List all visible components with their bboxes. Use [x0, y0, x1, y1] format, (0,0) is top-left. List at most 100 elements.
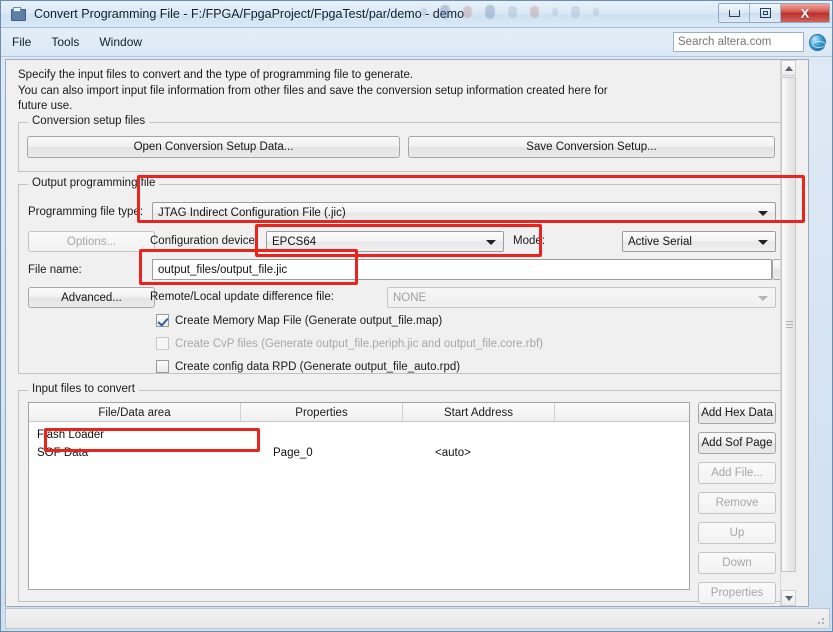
create-cvp-files-label: Create CvP files (Generate output_file.p… — [175, 337, 543, 350]
title-bar: Convert Programming File - F:/FPGA/FpgaP… — [1, 1, 832, 28]
conversion-setup-group-label: Conversion setup files — [28, 115, 150, 127]
create-memory-map-file-checkbox-row[interactable]: Create Memory Map File (Generate output_… — [156, 314, 442, 327]
programming-file-type-combo[interactable]: JTAG Indirect Configuration File (.jic) — [152, 202, 776, 223]
cell-file-data-area: Flash Loader — [37, 429, 105, 441]
options-button-label: Options... — [66, 235, 117, 248]
chevron-up-icon — [784, 65, 793, 71]
search-area — [673, 32, 826, 52]
resize-grip-icon[interactable] — [814, 614, 826, 626]
input-files-group: Input files to convert File/Data area Pr… — [18, 383, 783, 604]
app-icon — [10, 6, 27, 23]
checkbox-icon[interactable] — [156, 314, 169, 327]
chevron-down-icon — [758, 239, 768, 245]
save-conversion-setup-button[interactable]: Save Conversion Setup... — [408, 136, 775, 158]
configuration-device-value: EPCS64 — [272, 235, 317, 248]
column-header-start-address[interactable]: Start Address — [403, 403, 555, 422]
remote-local-update-value: NONE — [393, 291, 427, 304]
mode-value: Active Serial — [628, 235, 692, 248]
window-title: Convert Programming File - F:/FPGA/FpgaP… — [34, 7, 465, 21]
intro-text: Specify the input files to convert and t… — [18, 68, 778, 115]
minimize-icon — [728, 9, 740, 17]
advanced-button-label: Advanced... — [61, 291, 122, 304]
table-row[interactable]: SOF Data Page_0 <auto> — [29, 444, 689, 462]
intro-line-2: You can also import input file informati… — [18, 84, 608, 97]
open-conversion-setup-data-button[interactable]: Open Conversion Setup Data... — [27, 136, 400, 158]
add-file-button[interactable]: Add File... — [698, 462, 776, 484]
menu-item-tools[interactable]: Tools — [42, 32, 88, 52]
scrollbar-grip-icon — [786, 320, 793, 329]
cell-file-data-area: SOF Data — [37, 447, 89, 459]
input-files-table[interactable]: File/Data area Properties Start Address … — [28, 402, 690, 590]
mode-combo[interactable]: Active Serial — [622, 231, 776, 252]
dialog-content-inner: Specify the input files to convert and t… — [6, 60, 796, 606]
output-programming-file-group: Output programming file Programming file… — [18, 177, 796, 374]
maximize-button[interactable] — [750, 4, 781, 22]
close-icon: X — [800, 5, 810, 21]
add-hex-data-button[interactable]: Add Hex Data — [698, 402, 776, 424]
down-label: Down — [722, 557, 752, 569]
menu-item-file[interactable]: File — [3, 32, 40, 52]
close-button[interactable]: X — [781, 4, 829, 22]
intro-line-3: future use. — [18, 100, 73, 112]
create-memory-map-file-label: Create Memory Map File (Generate output_… — [175, 314, 443, 327]
output-programming-file-group-label: Output programming file — [28, 177, 160, 189]
properties-label: Properties — [710, 587, 764, 599]
up-label: Up — [729, 527, 745, 539]
cell-properties — [241, 426, 403, 444]
properties-button[interactable]: Properties — [698, 582, 776, 604]
chevron-down-icon — [784, 595, 793, 601]
scrollbar-thumb[interactable] — [781, 77, 796, 572]
create-config-data-rpd-label: Create config data RPD (Generate output_… — [175, 360, 461, 373]
options-button[interactable]: Options... — [28, 231, 155, 252]
column-header-file-data-area[interactable]: File/Data area — [29, 403, 241, 422]
down-button[interactable]: Down — [698, 552, 776, 574]
dialog-content: Specify the input files to convert and t… — [5, 59, 809, 607]
scroll-down-button[interactable] — [781, 590, 796, 606]
conversion-setup-group: Conversion setup files Open Conversion S… — [18, 115, 783, 172]
programming-file-type-value: JTAG Indirect Configuration File (.jic) — [158, 206, 346, 219]
input-files-button-column: Add Hex Data Add Sof Page Add File... Re… — [698, 402, 776, 606]
minimize-button[interactable] — [719, 4, 750, 22]
search-input[interactable] — [673, 32, 804, 52]
menu-item-window[interactable]: Window — [90, 32, 151, 52]
add-file-label: Add File... — [711, 467, 763, 479]
add-sof-page-button[interactable]: Add Sof Page — [698, 432, 776, 454]
mode-label: Mode: — [513, 235, 545, 247]
create-config-data-rpd-checkbox-row[interactable]: Create config data RPD (Generate output_… — [156, 360, 460, 373]
chevron-down-icon — [486, 239, 496, 245]
column-header-properties[interactable]: Properties — [241, 403, 403, 422]
remove-button[interactable]: Remove — [698, 492, 776, 514]
table-header-row: File/Data area Properties Start Address — [29, 403, 689, 422]
file-name-value: output_files/output_file.jic — [158, 263, 288, 276]
status-bar — [5, 608, 830, 629]
remote-local-update-combo[interactable]: NONE — [387, 287, 776, 308]
checkbox-icon[interactable] — [156, 360, 169, 373]
file-name-label: File name: — [28, 264, 82, 276]
column-header-blank[interactable] — [555, 403, 689, 422]
scroll-up-button[interactable] — [781, 60, 796, 76]
cell-start-address — [403, 426, 555, 444]
cell-properties: Page_0 — [273, 447, 313, 459]
content-vertical-scrollbar[interactable] — [780, 60, 796, 606]
add-sof-page-label: Add Sof Page — [701, 437, 773, 449]
configuration-device-combo[interactable]: EPCS64 — [266, 231, 504, 252]
configuration-device-label: Configuration device: — [150, 235, 259, 247]
programming-file-type-label: Programming file type: — [28, 206, 144, 218]
open-conversion-setup-data-label: Open Conversion Setup Data... — [133, 141, 294, 153]
globe-icon[interactable] — [809, 33, 826, 51]
chevron-down-icon — [758, 295, 768, 301]
remove-label: Remove — [715, 497, 759, 509]
intro-line-1: Specify the input files to convert and t… — [18, 69, 414, 81]
convert-programming-file-window: Convert Programming File - F:/FPGA/FpgaP… — [0, 0, 833, 632]
create-cvp-files-checkbox-row: Create CvP files (Generate output_file.p… — [156, 337, 543, 350]
save-conversion-setup-label: Save Conversion Setup... — [526, 141, 657, 153]
table-row[interactable]: Flash Loader — [29, 426, 689, 444]
up-button[interactable]: Up — [698, 522, 776, 544]
menu-bar: File Tools Window — [1, 28, 832, 57]
advanced-button[interactable]: Advanced... — [28, 287, 155, 308]
checkbox-icon — [156, 337, 169, 350]
file-name-input[interactable]: output_files/output_file.jic — [152, 259, 772, 280]
maximize-icon — [759, 8, 771, 18]
cell-start-address: <auto> — [435, 447, 471, 459]
input-files-group-label: Input files to convert — [28, 383, 139, 395]
